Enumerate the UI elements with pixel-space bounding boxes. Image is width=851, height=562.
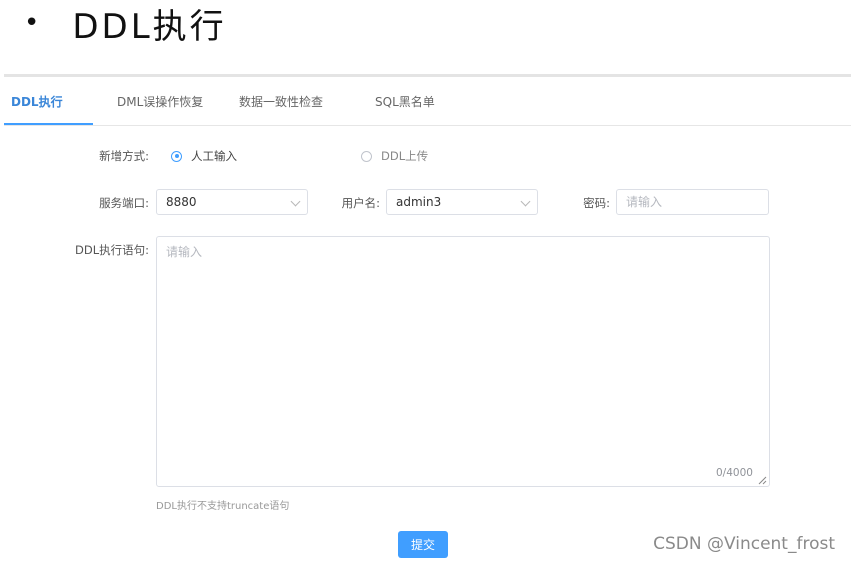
tab-bar: DDL执行 DML误操作恢复 数据一致性检查 SQL黑名单 — [4, 80, 851, 126]
submit-button[interactable]: 提交 — [398, 531, 448, 558]
radio-unchecked-icon — [361, 150, 372, 162]
radio-checked-icon — [171, 150, 182, 162]
chevron-down-icon — [290, 196, 301, 207]
slide-title-text: DDL执行 — [72, 6, 227, 47]
port-label: 服务端口: — [99, 196, 149, 210]
username-select[interactable]: admin3 — [386, 189, 538, 215]
radio-manual-input[interactable]: 人工输入 — [171, 148, 237, 164]
resize-handle-icon[interactable] — [757, 475, 767, 485]
port-select-value: 8880 — [166, 195, 197, 209]
tab-data-consistency-check[interactable]: 数据一致性检查 — [239, 80, 323, 124]
radio-manual-input-label: 人工输入 — [191, 149, 237, 163]
watermark: CSDN @Vincent_frost — [653, 534, 835, 554]
password-label: 密码: — [583, 196, 610, 210]
add-mode-label: 新增方式: — [99, 149, 149, 163]
ddl-statement-textarea[interactable] — [156, 236, 770, 487]
tab-dml-recovery[interactable]: DML误操作恢复 — [117, 80, 203, 124]
character-counter: 0/4000 — [716, 467, 753, 479]
active-tab-indicator — [4, 123, 93, 125]
username-select-value: admin3 — [396, 195, 442, 209]
tab-sql-blacklist[interactable]: SQL黑名单 — [375, 80, 435, 124]
slide-title: • DDL执行 — [24, 0, 227, 47]
statement-label: DDL执行语句: — [75, 243, 149, 257]
radio-ddl-upload-label: DDL上传 — [381, 149, 429, 163]
bullet-point: • — [24, 8, 43, 38]
port-select[interactable]: 8880 — [156, 189, 308, 215]
divider — [4, 74, 851, 77]
username-label: 用户名: — [341, 196, 380, 210]
password-input[interactable] — [616, 189, 769, 215]
chevron-down-icon — [520, 196, 531, 207]
statement-tip: DDL执行不支持truncate语句 — [156, 501, 290, 512]
tab-ddl-execute[interactable]: DDL执行 — [11, 80, 63, 124]
radio-ddl-upload[interactable]: DDL上传 — [361, 148, 428, 164]
